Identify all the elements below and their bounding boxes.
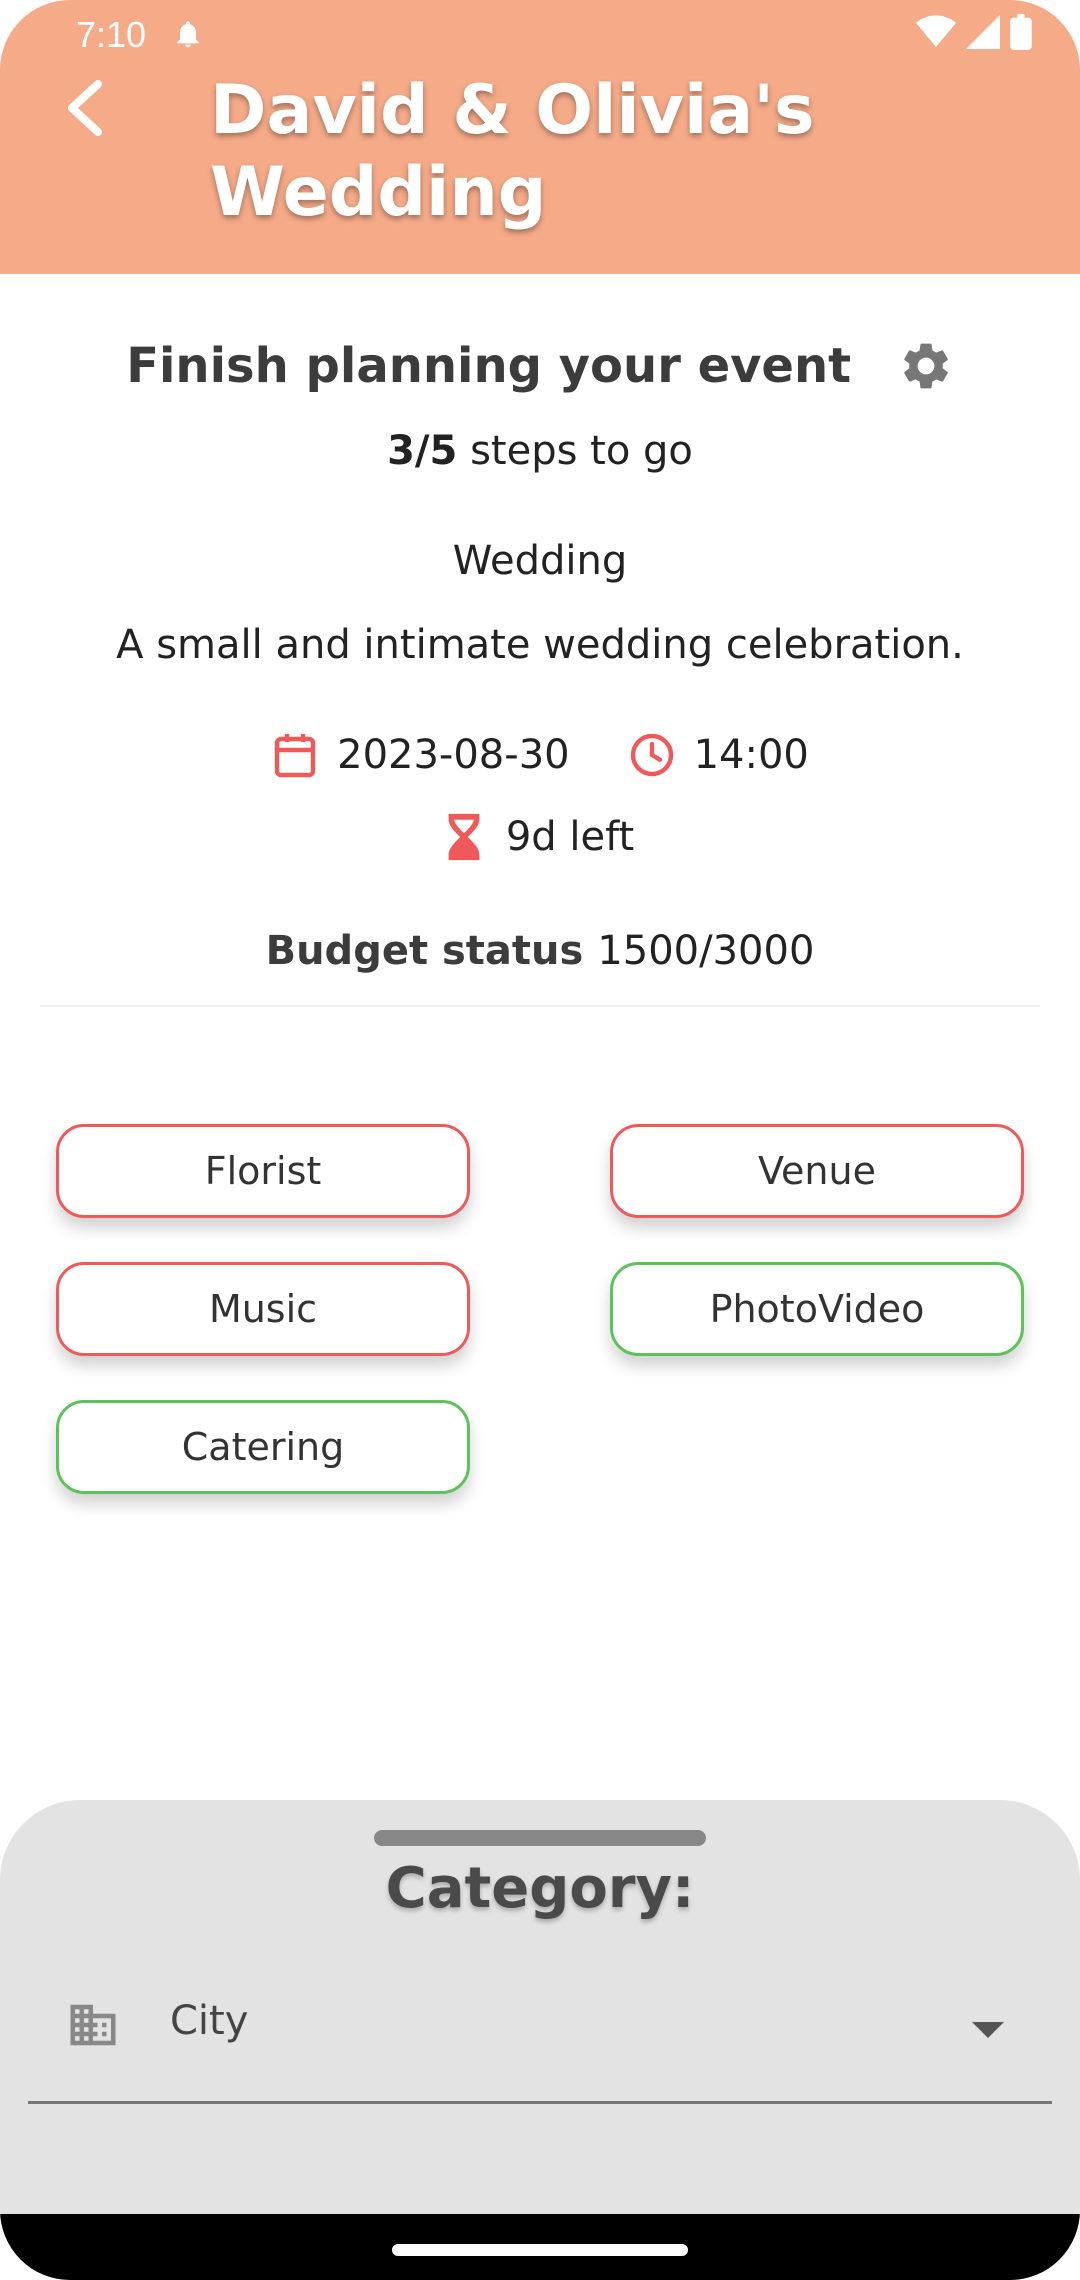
sheet-drag-handle[interactable] [374,1830,706,1846]
wifi-icon [916,15,956,48]
steps-suffix: steps to go [457,428,693,474]
page-title: David & Olivia's Wedding [210,71,815,232]
chip-music[interactable]: Music [56,1262,470,1356]
steps-count: 3/5 [387,428,458,474]
date-time-row: 2023-08-30 14:00 [0,730,1080,780]
system-nav-bar [0,2214,1080,2280]
planning-heading: Finish planning your event [0,335,1080,394]
time-left-row: 9d left [0,812,1080,862]
budget-status: Budget status 1500/3000 [0,928,1080,974]
chip-venue[interactable]: Venue [610,1124,1024,1218]
budget-label: Budget status [265,928,584,974]
back-arrow-icon [68,80,102,136]
hourglass-icon [448,813,480,861]
building-icon [70,2004,116,2046]
bell-icon [177,21,199,48]
battery-icon [1010,14,1032,50]
steps-counter: 3/5 steps to go [0,428,1080,474]
city-dropdown[interactable]: City [28,1980,1052,2104]
gear-icon[interactable] [898,338,954,394]
time-left-text: 9d left [505,814,635,860]
bottom-sheet: Category: City [0,1800,1080,2280]
event-time: 14:00 [628,731,809,779]
screen: 7:10 David & Olivia's Wedding Finish pla… [0,0,1080,2280]
sheet-title: Category: [385,1856,695,1921]
app-bar: 7:10 David & Olivia's Wedding [0,0,1080,274]
status-time: 7:10 [76,14,147,55]
event-date: 2023-08-30 [271,730,570,780]
chip-photovideo[interactable]: PhotoVideo [610,1262,1024,1356]
divider [40,1005,1040,1007]
event-type: Wedding [452,538,628,584]
city-dropdown-value: City [170,1998,249,2044]
signal-icon [966,15,1000,49]
planning-heading-text: Finish planning your event [126,338,852,394]
calendar-icon [274,734,316,778]
budget-value: 1500/3000 [597,928,815,974]
chip-catering[interactable]: Catering [56,1400,470,1494]
event-date-text: 2023-08-30 [337,732,570,778]
chip-florist[interactable]: Florist [56,1124,470,1218]
dropdown-arrow-icon [972,2022,1004,2038]
back-button[interactable] [56,80,112,136]
home-gesture-pill[interactable] [392,2244,688,2256]
status-icons [916,14,1032,50]
event-description: A small and intimate wedding celebration… [116,622,964,668]
clock-icon [630,733,673,777]
event-time-text: 14:00 [693,732,809,778]
